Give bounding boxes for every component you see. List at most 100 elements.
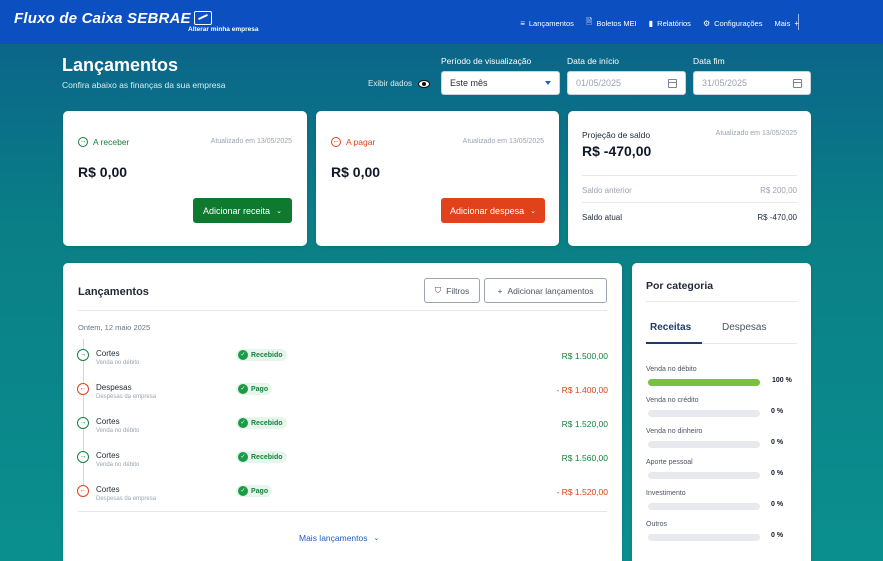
main-nav: ≡ Lançamentos 🗎 Boletos MEI ▮ Relatórios…	[520, 16, 799, 30]
list-icon: ≡	[520, 18, 525, 28]
nav-divider	[798, 14, 799, 30]
chevron-down-icon: ⌄	[276, 207, 282, 215]
add-expense-button[interactable]: Adicionar despesa ⌄	[441, 198, 545, 223]
income-icon: →	[77, 417, 89, 429]
sebrae-logo-icon	[193, 11, 212, 25]
previous-balance-value: R$ 200,00	[760, 186, 797, 195]
entry-value: R$ 1.560,00	[561, 453, 608, 463]
add-expense-label: Adicionar despesa	[450, 205, 525, 216]
calendar-icon	[668, 78, 677, 88]
entry-value: R$ 1.520,00	[561, 419, 608, 429]
eye-icon	[418, 79, 431, 88]
add-income-button[interactable]: Adicionar receita ⌄	[193, 198, 292, 223]
status-label: Recebido	[251, 453, 283, 461]
calendar-icon	[793, 78, 802, 88]
nav-item-mais[interactable]: Mais +	[774, 16, 799, 30]
arrow-right-circle-icon: →	[78, 137, 88, 147]
nav-item-relatorios[interactable]: ▮ Relatórios	[649, 16, 691, 30]
show-data-toggle[interactable]: Exibir dados	[368, 79, 431, 88]
end-date-field[interactable]: 31/05/2025	[693, 71, 811, 95]
chevron-down-icon: ⌄	[530, 207, 536, 215]
date-group-label: Ontem, 12 maio 2025	[78, 323, 151, 332]
category-progress-bar	[648, 441, 760, 448]
more-entries-label: Mais lançamentos	[299, 533, 368, 543]
payable-updated: Atualizado em 13/05/2025	[462, 138, 544, 145]
more-entries-button[interactable]: Mais lançamentos ⌄	[299, 533, 379, 543]
entry-name: Despesas	[96, 383, 132, 392]
period-select[interactable]: Este mês	[441, 71, 560, 95]
document-icon: 🗎	[585, 17, 593, 26]
divider	[78, 511, 607, 512]
nav-label: Mais	[774, 18, 791, 28]
nav-item-configuracoes[interactable]: ⚙ Configurações	[703, 16, 763, 30]
filter-icon: ⛉	[434, 285, 442, 295]
filters-label: Filtros	[446, 285, 470, 296]
status-label: Recebido	[251, 351, 283, 359]
projection-updated: Atualizado em 13/05/2025	[715, 130, 797, 137]
status-badge: ✓ Recebido	[236, 349, 287, 361]
category-percent: 0 %	[771, 470, 784, 477]
bar-chart-icon: ▮	[648, 18, 654, 28]
period-value: Este mês	[450, 78, 488, 88]
period-label: Período de visualização	[441, 56, 532, 66]
nav-item-boletos[interactable]: 🗎 Boletos MEI	[586, 16, 637, 30]
entry-value: - R$ 1.400,00	[556, 385, 608, 395]
arrow-left-circle-icon: ←	[331, 137, 341, 147]
tab-despesas[interactable]: Despesas	[722, 322, 766, 333]
receivable-title: A receber	[93, 137, 130, 147]
show-data-label: Exibir dados	[368, 79, 413, 88]
brand-name: Fluxo de Caixa SEBRAE	[14, 10, 191, 27]
check-icon: ✓	[238, 486, 248, 496]
entries-card: Lançamentos ⛉ Filtros + Adicionar lançam…	[63, 263, 622, 561]
previous-balance-label: Saldo anterior	[582, 186, 632, 195]
tab-receitas[interactable]: Receitas	[650, 322, 691, 333]
projection-title: Projeção de saldo	[582, 130, 651, 140]
app-logo[interactable]: Fluxo de Caixa SEBRAE	[14, 10, 212, 27]
category-percent: 0 %	[771, 501, 784, 508]
receivable-amount: R$ 0,00	[78, 164, 128, 180]
receivable-header: → A receber	[78, 137, 129, 147]
top-navigation-bar: Fluxo de Caixa SEBRAE Alterar minha empr…	[0, 0, 883, 44]
active-tab-indicator	[646, 342, 702, 344]
income-icon: →	[77, 451, 89, 463]
entry-category: Venda no débito	[96, 462, 140, 468]
change-company-link[interactable]: Alterar minha empresa	[188, 26, 258, 33]
add-entries-button[interactable]: + Adicionar lançamentos	[484, 278, 607, 303]
category-progress-bar	[648, 534, 760, 541]
current-balance-value: R$ -470,00	[757, 213, 797, 222]
entry-category: Despesas da empresa	[96, 394, 157, 400]
start-date-field[interactable]: 01/05/2025	[567, 71, 686, 95]
gear-icon: ⚙	[702, 18, 711, 28]
category-progress-bar	[648, 503, 760, 510]
chevron-down-icon: ⌄	[373, 535, 380, 542]
expense-icon: ←	[77, 383, 89, 395]
entry-name: Cortes	[96, 451, 120, 460]
entry-value: R$ 1.500,00	[561, 351, 608, 361]
divider	[646, 301, 797, 302]
current-balance-label: Saldo atual	[582, 213, 623, 222]
category-percent: 0 %	[771, 408, 784, 415]
status-label: Pago	[251, 385, 269, 393]
receivable-updated: Atualizado em 13/05/2025	[210, 138, 292, 145]
divider	[78, 310, 607, 311]
category-progress-fill	[648, 379, 760, 386]
category-label: Venda no crédito	[646, 397, 699, 404]
payable-amount: R$ 0,00	[331, 164, 381, 180]
entry-name: Cortes	[96, 349, 120, 358]
plus-icon: +	[497, 285, 503, 296]
end-date-label: Data fim	[693, 56, 725, 66]
nav-item-lancamentos[interactable]: ≡ Lançamentos	[520, 16, 574, 30]
category-label: Venda no dinheiro	[646, 428, 703, 435]
payable-title: A pagar	[346, 137, 376, 147]
entry-name: Cortes	[96, 417, 120, 426]
payable-header: ← A pagar	[331, 137, 375, 147]
nav-label: Relatórios	[657, 18, 691, 28]
filters-button[interactable]: ⛉ Filtros	[424, 278, 480, 303]
expense-icon: ←	[77, 485, 89, 497]
category-progress-bar	[648, 410, 760, 417]
divider	[582, 175, 797, 176]
start-date-label: Data de início	[567, 56, 619, 66]
category-label: Venda no débito	[646, 366, 697, 373]
entry-category: Despesas da empresa	[96, 496, 157, 502]
entries-title: Lançamentos	[78, 286, 149, 298]
